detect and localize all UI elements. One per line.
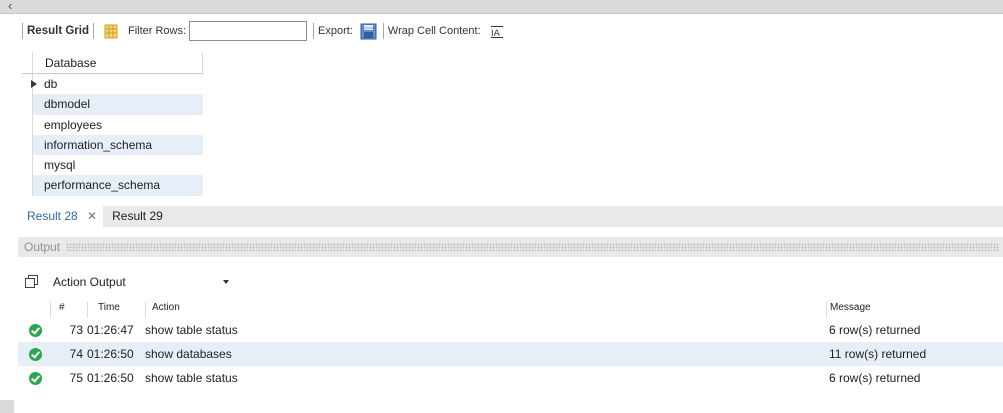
- filter-rows-input[interactable]: [189, 21, 308, 41]
- table-row[interactable]: performance_schema: [22, 175, 203, 196]
- log-message: 11 row(s) returned: [829, 347, 927, 361]
- log-row[interactable]: 75 01:26:50 show table status 6 row(s) r…: [18, 366, 1003, 390]
- table-cell[interactable]: dbmodel: [32, 94, 203, 115]
- log-header-row: # Time Action Message: [18, 302, 1003, 318]
- log-action: show table status: [145, 371, 238, 385]
- table-cell[interactable]: performance_schema: [32, 175, 203, 196]
- status-cell: [18, 347, 50, 361]
- table-row[interactable]: mysql: [22, 155, 203, 176]
- success-check-icon: [28, 371, 42, 385]
- log-number: 73: [69, 323, 83, 337]
- wrap-cell-content-icon[interactable]: IA: [490, 25, 504, 39]
- export-label: Export:: [318, 25, 353, 37]
- output-type-select[interactable]: Action Output: [53, 271, 239, 293]
- current-row-arrow-icon: [31, 80, 37, 88]
- row-indicator: [22, 115, 32, 135]
- success-check-icon: [28, 347, 42, 361]
- output-title: Output: [24, 240, 61, 254]
- toolbar-divider: [382, 23, 384, 39]
- grid-corner: [22, 52, 32, 73]
- action-output-table: # Time Action Message 73 01:26:47 show t…: [18, 302, 1003, 390]
- column-header-database[interactable]: Database: [32, 52, 203, 73]
- table-row[interactable]: employees: [22, 114, 203, 135]
- log-number: 74: [69, 347, 83, 361]
- table-row[interactable]: db: [22, 74, 203, 95]
- row-indicator: [22, 135, 32, 155]
- grid-header-row: Database: [22, 52, 203, 74]
- left-gutter: [0, 14, 14, 400]
- output-panel-header: Output: [18, 237, 1003, 257]
- chevron-down-icon: [223, 280, 229, 284]
- column-header-message[interactable]: Message: [826, 302, 1003, 318]
- table-row[interactable]: information_schema: [22, 134, 203, 156]
- result-grid: Database db dbmodel employees informatio…: [22, 52, 203, 196]
- horizontal-scrollbar[interactable]: ‹: [0, 0, 1003, 14]
- wrap-cell-content-label: Wrap Cell Content:: [387, 25, 481, 37]
- output-toolbar: Action Output: [24, 271, 239, 293]
- row-indicator: [22, 175, 32, 195]
- drag-handle[interactable]: [66, 243, 999, 251]
- copy-icon[interactable]: [24, 275, 40, 289]
- svg-text:IA: IA: [491, 29, 501, 38]
- row-indicator: [22, 155, 32, 175]
- toolbar-divider: [22, 23, 23, 39]
- log-action: show databases: [145, 347, 232, 361]
- log-time: 01:26:50: [87, 371, 134, 385]
- column-header-status: [18, 302, 50, 318]
- column-header-time[interactable]: Time: [87, 302, 145, 318]
- status-cell: [18, 323, 50, 337]
- table-cell[interactable]: db: [32, 74, 203, 95]
- scroll-left-icon[interactable]: ‹: [8, 0, 12, 13]
- export-icon[interactable]: [360, 23, 377, 40]
- log-message: 6 row(s) returned: [829, 371, 921, 385]
- success-check-icon: [28, 323, 42, 337]
- log-time: 01:26:50: [87, 347, 134, 361]
- column-header-number[interactable]: #: [50, 302, 87, 318]
- log-row[interactable]: 74 01:26:50 show databases 11 row(s) ret…: [18, 342, 1003, 366]
- column-header-action[interactable]: Action: [145, 302, 826, 318]
- toolbar-divider: [92, 23, 94, 39]
- log-row[interactable]: 73 01:26:47 show table status 6 row(s) r…: [18, 318, 1003, 342]
- result-grid-icon[interactable]: [104, 24, 118, 39]
- log-number: 75: [69, 371, 83, 385]
- log-time: 01:26:47: [87, 323, 134, 337]
- table-cell[interactable]: mysql: [32, 155, 203, 176]
- result-toolbar: Result Grid Filter Rows: Export: Wrap Ce…: [18, 20, 504, 42]
- result-grid-label[interactable]: Result Grid: [27, 25, 89, 37]
- log-action: show table status: [145, 323, 238, 337]
- tab-label: Result 28: [27, 209, 78, 223]
- result-tabs-bar: Result 28 ✕ Result 29: [18, 206, 1003, 227]
- toolbar-divider: [313, 23, 315, 39]
- table-cell[interactable]: information_schema: [32, 134, 203, 156]
- tab-label: Result 29: [112, 209, 163, 223]
- table-row[interactable]: dbmodel: [22, 94, 203, 115]
- row-indicator: [22, 94, 32, 114]
- log-message: 6 row(s) returned: [829, 323, 921, 337]
- tab-result-28[interactable]: Result 28 ✕: [18, 206, 104, 227]
- row-indicator: [22, 74, 37, 94]
- output-type-value: Action Output: [53, 275, 126, 289]
- close-icon[interactable]: ✕: [87, 209, 97, 223]
- status-cell: [18, 371, 50, 385]
- table-cell[interactable]: employees: [32, 114, 203, 135]
- filter-rows-label: Filter Rows:: [127, 25, 187, 37]
- tab-result-29[interactable]: Result 29: [103, 206, 169, 227]
- corner-block: [0, 400, 14, 413]
